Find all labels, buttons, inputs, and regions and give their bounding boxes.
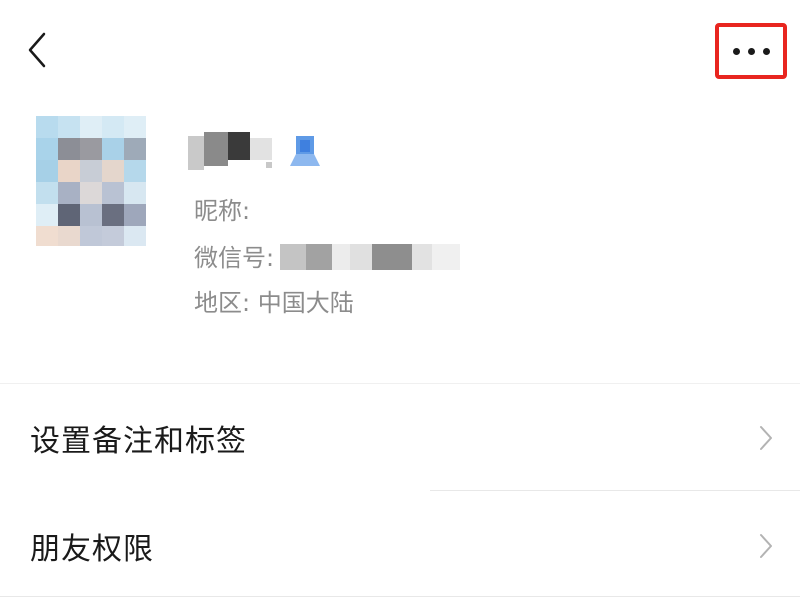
region-label: 地区:	[194, 289, 251, 317]
chevron-left-icon	[28, 32, 46, 68]
person-badge-icon	[290, 136, 320, 166]
wechat-id-row: 微信号:	[194, 243, 461, 273]
more-options-button[interactable]	[715, 23, 787, 79]
bottom-divider	[0, 596, 800, 597]
region-row: 地区: 中国大陆	[194, 288, 354, 318]
set-remarks-and-tags-label: 设置备注和标签	[30, 424, 247, 459]
chevron-right-icon	[760, 426, 772, 450]
region-value: 中国大陆	[257, 289, 354, 317]
friend-permissions-label: 朋友权限	[30, 532, 154, 567]
row-divider	[430, 490, 800, 491]
avatar[interactable]	[36, 116, 146, 246]
back-button[interactable]	[20, 30, 56, 70]
wechat-id-blurred	[280, 244, 461, 270]
ellipsis-icon	[732, 47, 740, 55]
friend-permissions-row[interactable]: 朋友权限	[0, 492, 800, 600]
chevron-right-icon	[760, 534, 772, 558]
wechat-id-label: 微信号:	[194, 244, 275, 272]
contact-profile-page: 昵称: 微信号: 地区: 中国大陆 设置备注和标签 朋友权限	[0, 0, 800, 600]
nickname-label: 昵称:	[194, 197, 251, 225]
set-remarks-and-tags-row[interactable]: 设置备注和标签	[0, 384, 800, 492]
nickname-row: 昵称:	[194, 196, 250, 226]
